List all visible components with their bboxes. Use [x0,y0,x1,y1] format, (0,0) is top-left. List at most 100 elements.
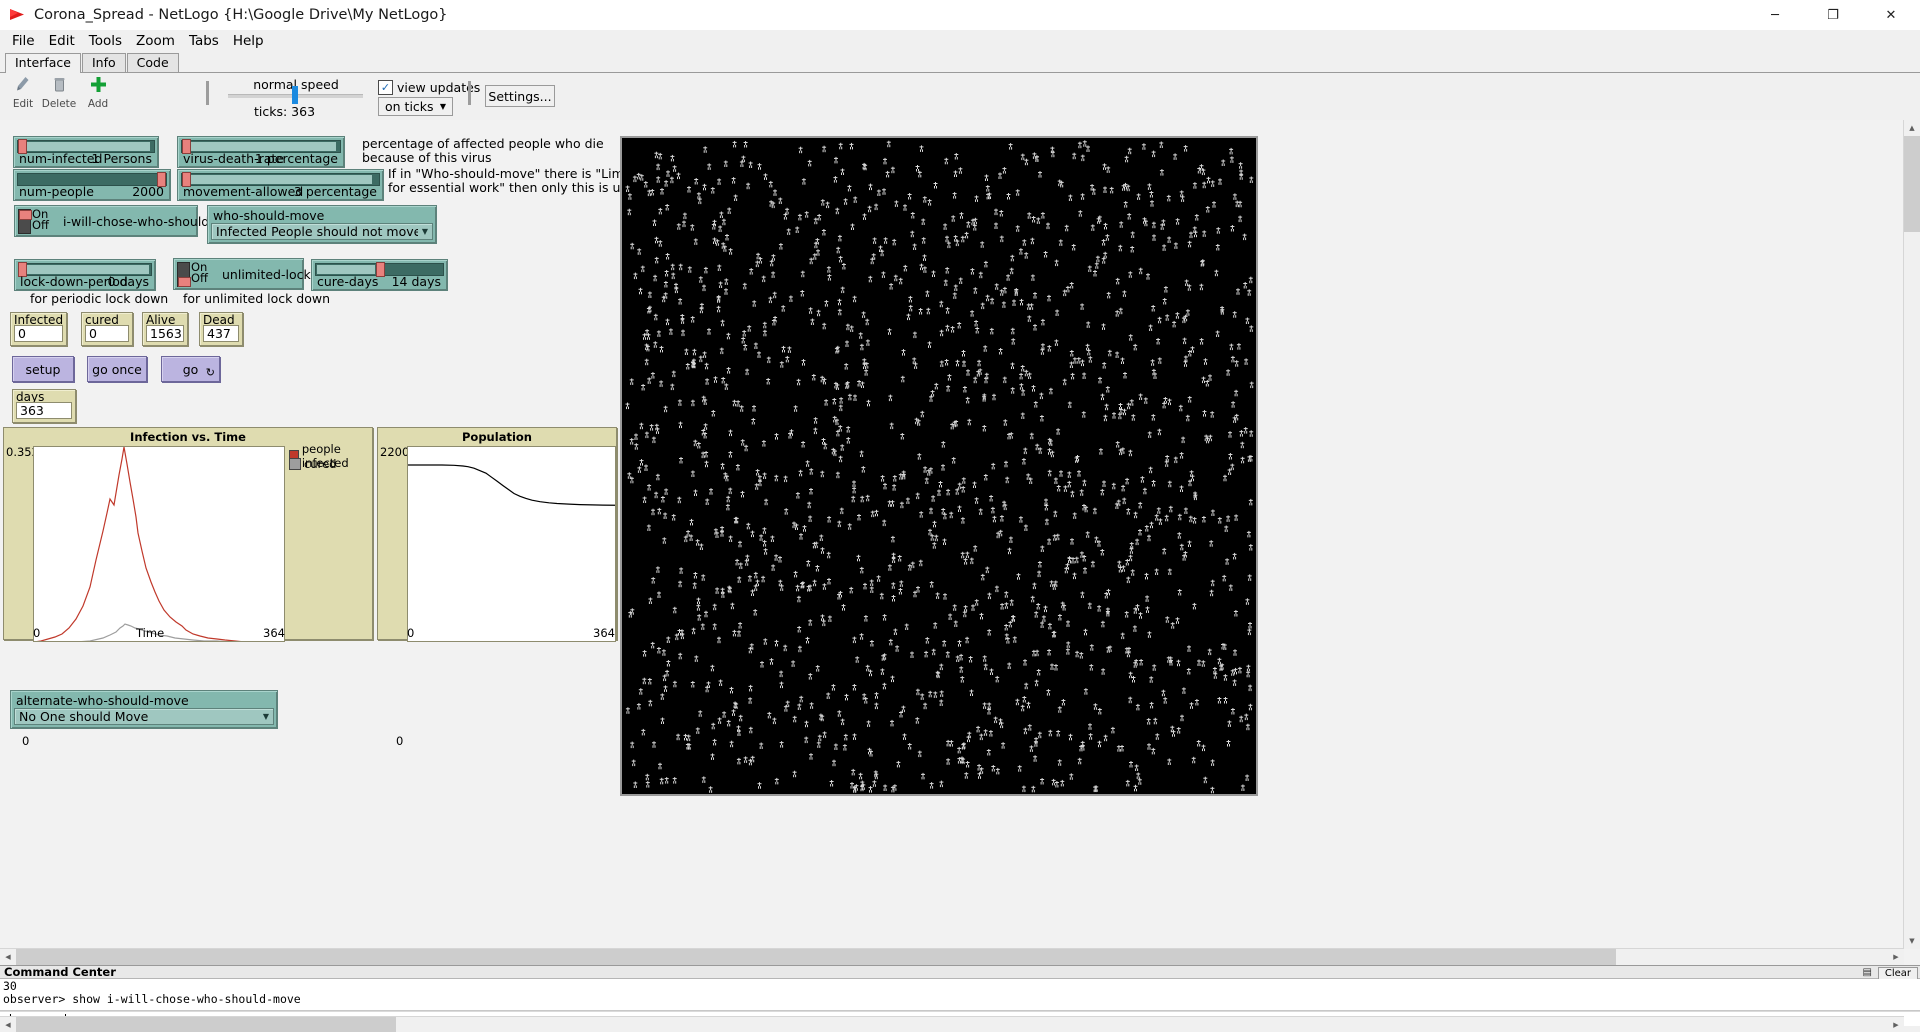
delete-tool-label: Delete [39,98,79,110]
command-center-title: Command Center [0,965,116,979]
speed-slider-thumb[interactable] [292,86,298,104]
monitor-cured: cured 0 [81,312,133,346]
interface-canvas: num-infected 1 Persons virus-death-rate … [0,120,1920,966]
slider-virus-death-rate[interactable]: virus-death-rate 1 percentage [177,136,345,168]
edit-tool-button[interactable]: Edit [3,76,43,110]
series-people-infected [34,447,285,642]
monitor-value: 0 [14,325,63,342]
ticks-label: ticks: 363 [254,104,315,119]
slider-lock-down-period[interactable]: lock-down-period 0 days [14,259,156,291]
slider-value: 3 percentage [294,184,377,199]
view-updates-checkbox-row[interactable]: ✓ view updates [378,80,480,95]
plot-series-svg [34,447,285,642]
series-population [408,465,616,505]
scroll-thumb-horizontal[interactable] [16,949,1616,965]
chooser-value: Infected People should not move [212,224,418,239]
close-button[interactable]: ✕ [1862,0,1920,30]
world-agents-svg [622,138,1256,794]
add-tool-button[interactable]: Add [78,76,118,110]
scroll-right-icon[interactable]: ▶ [1888,1017,1904,1032]
menu-file[interactable]: File [5,32,42,50]
go-button[interactable]: go ↻ [161,356,220,382]
plot-y-max-label: 2200 [380,445,409,459]
plot-infection-vs-time: Infection vs. Time 0.352 0 0 Time 364 pe… [3,427,373,640]
minimize-button[interactable]: ─ [1746,0,1804,30]
scroll-right-icon[interactable]: ▶ [1888,949,1904,965]
scroll-up-icon[interactable]: ▲ [1904,120,1920,136]
chooser-select[interactable]: No One should Move ▼ [14,708,274,725]
interface-horizontal-scrollbar[interactable]: ◀ ▶ [0,948,1904,965]
tab-code[interactable]: Code [127,53,179,72]
chooser-value: No One should Move [15,709,259,724]
plot-x-min-label: 0 [407,626,414,640]
legend-item-cured: cured [289,457,336,471]
plot-y-min-label: 0 [22,734,29,748]
scroll-left-icon[interactable]: ◀ [0,949,16,965]
monitor-infected: Infected 0 [10,312,67,346]
expand-icon[interactable]: ▤ [1863,967,1872,978]
monitor-value: 1563 [146,325,184,342]
plot-population: Population 2200 0 0 364 [377,427,617,640]
slider-label: cure-days [317,274,378,289]
switch-i-will-chose-who-should-move[interactable]: On Off i-will-chose-who-should-move [14,205,198,237]
window-title: Corona_Spread - NetLogo {H:\Google Drive… [34,7,448,23]
chooser-label: alternate-who-should-move [16,693,189,708]
tab-info[interactable]: Info [82,53,126,72]
plot-canvas-population [407,446,616,642]
slider-value: 1 percentage [255,151,338,166]
interface-vertical-scrollbar[interactable]: ▲ ▼ [1903,120,1920,949]
settings-button[interactable]: Settings... [485,85,555,107]
tab-strip: Interface Info Code [0,54,1920,73]
output-line: observer> show i-will-chose-who-should-m… [3,993,1917,1006]
menu-zoom[interactable]: Zoom [129,32,182,50]
menu-edit[interactable]: Edit [42,32,82,50]
tab-interface[interactable]: Interface [5,53,81,73]
plus-icon [78,76,118,98]
note-periodic-lockdown: for periodic lock down [30,292,168,306]
command-center-scrollbar[interactable]: ◀ ▶ [0,1016,1904,1032]
monitor-dead: Dead 437 [199,312,243,346]
menu-tabs[interactable]: Tabs [182,32,226,50]
switch-knob[interactable] [19,210,32,220]
update-mode-select[interactable]: on ticks ▼ [378,97,453,116]
go-once-button[interactable]: go once [87,356,147,382]
command-center-header: Command Center ▤ Clear [0,965,1920,979]
switch-knob[interactable] [178,277,191,287]
plot-series-svg [408,447,616,642]
monitor-alive: Alive 1563 [142,312,188,346]
slider-movement-allowed[interactable]: movement-allowed 3 percentage [177,169,384,201]
chooser-alternate-who-should-move[interactable]: alternate-who-should-move No One should … [10,690,278,729]
switch-off-label: Off [191,271,208,285]
slider-label: num-people [19,184,94,199]
chooser-who-should-move[interactable]: who-should-move Infected People should n… [207,205,437,244]
plot-x-min-label: 0 [33,626,40,640]
setup-button[interactable]: setup [12,356,74,382]
netlogo-world-view[interactable] [620,136,1258,796]
checkmark-icon[interactable]: ✓ [378,80,393,95]
slider-num-people[interactable]: num-people 2000 [13,169,171,201]
delete-tool-button[interactable]: Delete [39,76,79,110]
scroll-down-icon[interactable]: ▼ [1904,933,1920,949]
scroll-thumb-horizontal[interactable] [16,1017,396,1032]
plot-canvas-infection [33,446,285,642]
switch-unlimited-lock-down[interactable]: On Off unlimited-lock-down [173,258,304,290]
switch-body[interactable] [177,262,190,287]
chevron-down-icon: ▼ [434,102,452,111]
monitor-value: 0 [85,325,129,342]
menu-help[interactable]: Help [226,32,271,50]
scroll-left-icon[interactable]: ◀ [0,1017,16,1032]
slider-cure-days[interactable]: cure-days 14 days [311,259,448,291]
netlogo-logo-icon [8,5,28,25]
window-controls: ─ ❐ ✕ [1746,0,1920,30]
slider-num-infected[interactable]: num-infected 1 Persons [13,136,159,168]
chooser-select[interactable]: Infected People should not move ▼ [211,223,433,240]
menu-tools[interactable]: Tools [82,32,129,50]
switch-body[interactable] [18,209,31,234]
switch-off-label: Off [32,218,49,232]
go-once-button-label: go once [92,362,142,377]
menu-bar: File Edit Tools Zoom Tabs Help [0,30,1920,52]
scroll-thumb-vertical[interactable] [1904,136,1920,232]
maximize-button[interactable]: ❐ [1804,0,1862,30]
slider-value: 1 Persons [92,151,152,166]
slider-value: 14 days [392,274,441,289]
